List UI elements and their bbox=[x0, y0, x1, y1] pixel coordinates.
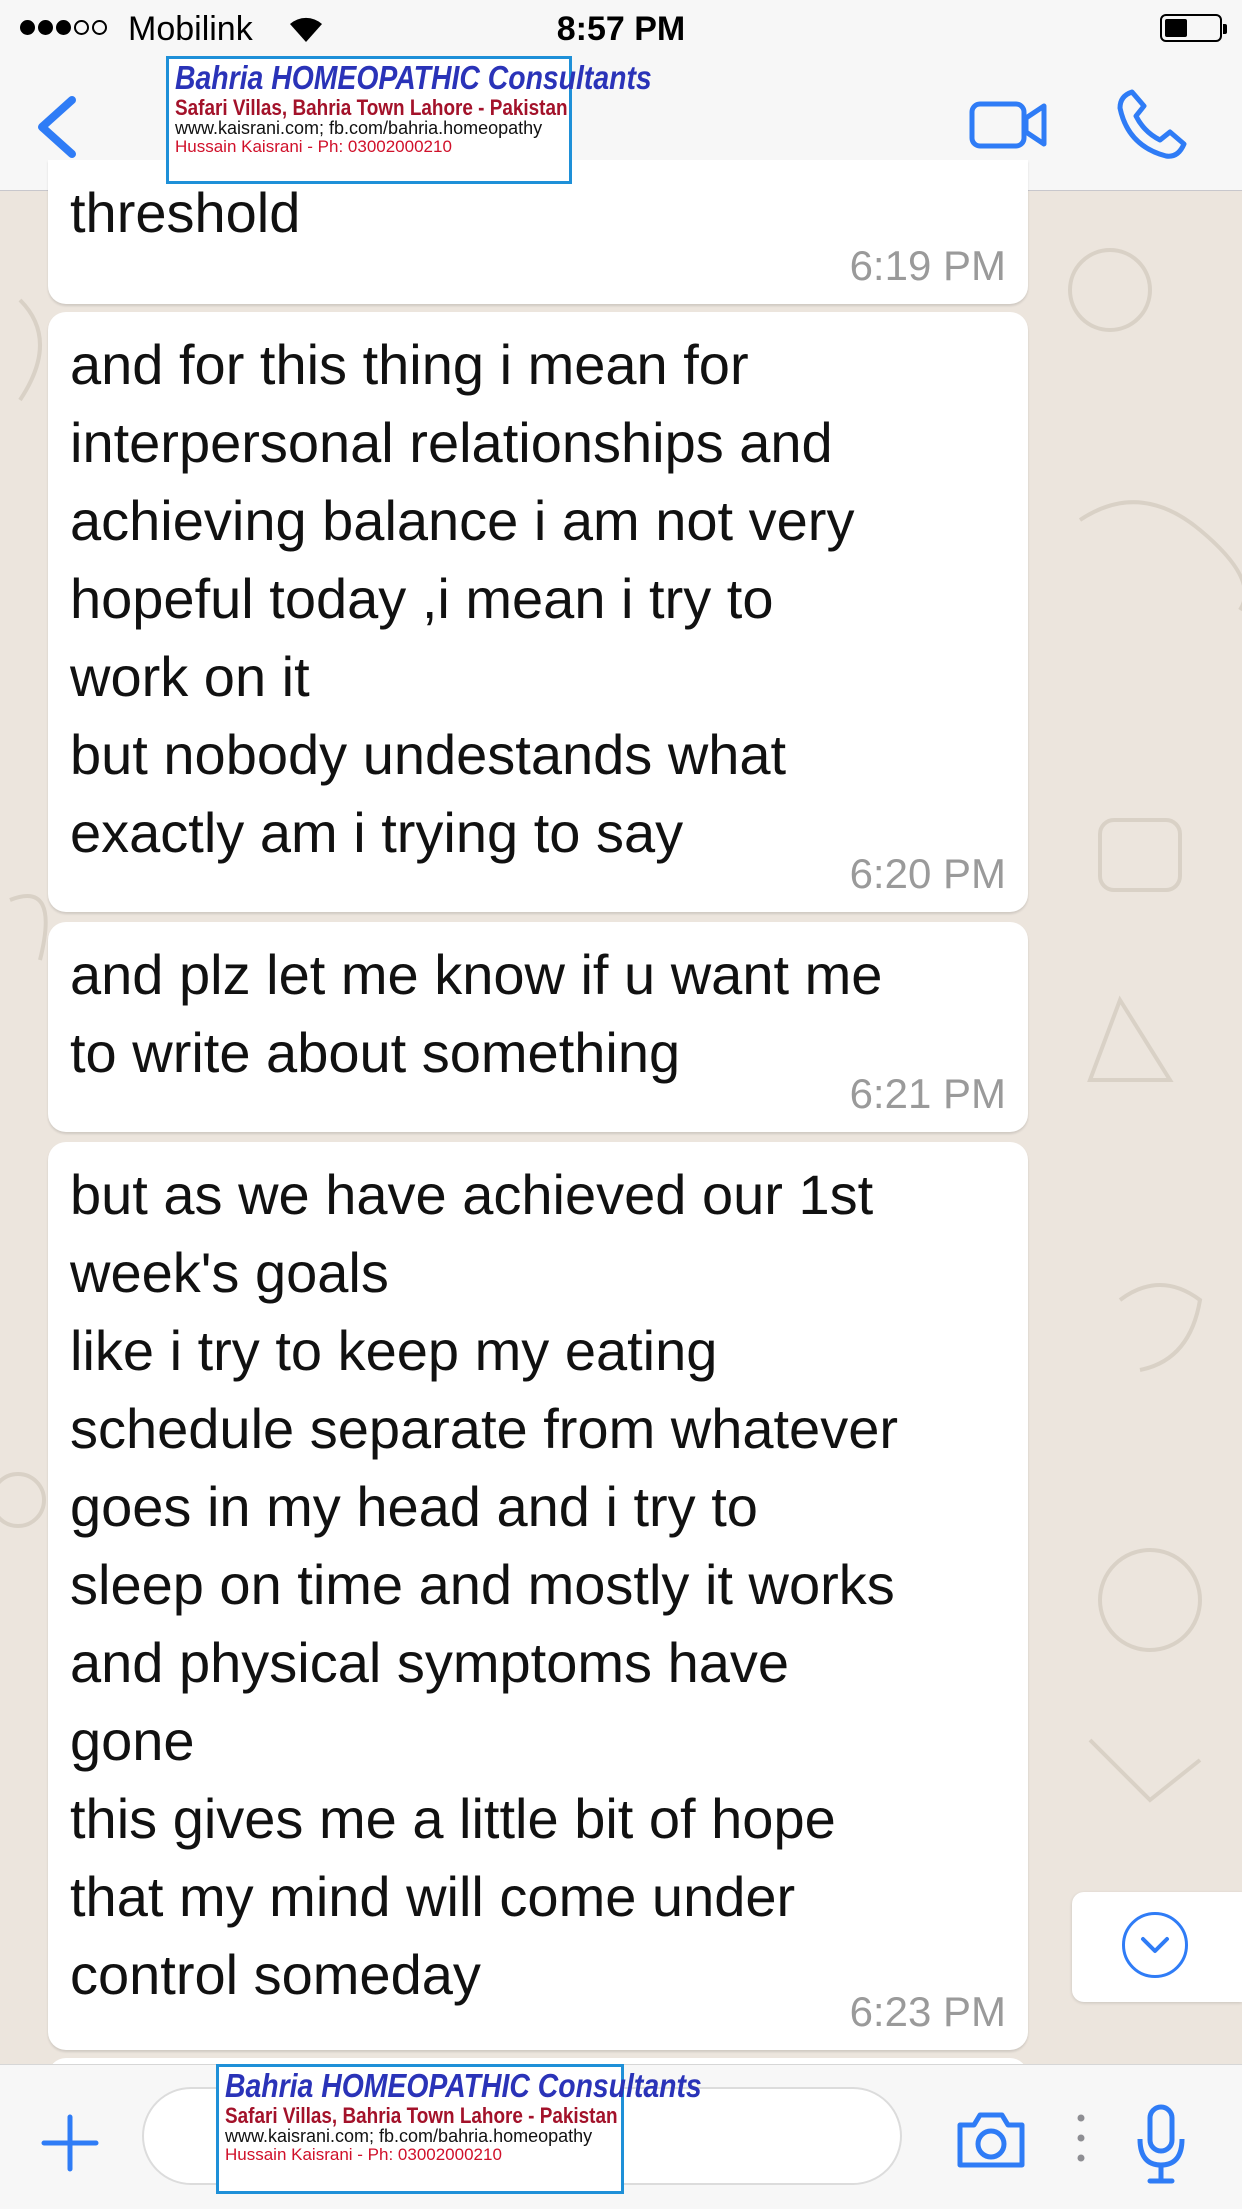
message-bubble[interactable]: and plz let me know if u want me to writ… bbox=[48, 922, 1028, 1132]
message-text: but as we have achieved our 1st week's g… bbox=[70, 1163, 898, 2006]
message-time: 6:19 PM bbox=[849, 242, 1006, 289]
message-text: threshold bbox=[70, 181, 301, 244]
microphone-icon[interactable] bbox=[1136, 2103, 1186, 2185]
status-bar: Mobilink 8:57 PM bbox=[0, 0, 1242, 62]
battery-icon bbox=[1160, 14, 1227, 42]
watermark-contact: Hussain Kaisrani - Ph: 03002000210 bbox=[225, 2144, 502, 2164]
watermark-contact: Hussain Kaisrani - Ph: 03002000210 bbox=[175, 136, 452, 156]
message-time: 6:20 PM bbox=[849, 850, 1006, 897]
video-camera-icon[interactable] bbox=[968, 92, 1048, 156]
watermark-address: Safari Villas, Bahria Town Lahore - Paki… bbox=[175, 94, 568, 120]
watermark-title: Bahria HOMEOPATHIC Consultants bbox=[175, 59, 652, 96]
chevron-down-icon bbox=[1122, 1912, 1188, 1978]
message-bubble[interactable]: and for this thing i mean for interperso… bbox=[48, 312, 1028, 912]
message-text: and plz let me know if u want me to writ… bbox=[70, 943, 883, 1084]
watermark-title: Bahria HOMEOPATHIC Consultants bbox=[225, 2067, 702, 2104]
watermark-address: Safari Villas, Bahria Town Lahore - Paki… bbox=[225, 2102, 618, 2128]
message-text: and for this thing i mean for interperso… bbox=[70, 333, 855, 864]
more-dots-icon bbox=[1077, 2114, 1085, 2162]
scroll-to-bottom-button[interactable] bbox=[1072, 1892, 1242, 2002]
message-time: 6:23 PM bbox=[849, 1988, 1006, 2035]
chevron-left-icon[interactable] bbox=[28, 92, 88, 162]
watermark-stamp: Bahria HOMEOPATHIC Consultants Safari Vi… bbox=[216, 2064, 702, 2194]
message-bubble[interactable]: but as we have achieved our 1st week's g… bbox=[48, 1142, 1028, 2050]
status-time: 8:57 PM bbox=[556, 10, 686, 48]
watermark-stamp: Bahria HOMEOPATHIC Consultants Safari Vi… bbox=[166, 56, 652, 184]
watermark-web: www.kaisrani.com; fb.com/bahria.homeopat… bbox=[175, 117, 543, 138]
watermark-web: www.kaisrani.com; fb.com/bahria.homeopat… bbox=[225, 2125, 593, 2146]
phone-icon[interactable] bbox=[1114, 86, 1190, 162]
plus-icon[interactable] bbox=[40, 2113, 100, 2173]
camera-icon[interactable] bbox=[954, 2109, 1028, 2171]
message-time: 6:21 PM bbox=[849, 1070, 1006, 1117]
